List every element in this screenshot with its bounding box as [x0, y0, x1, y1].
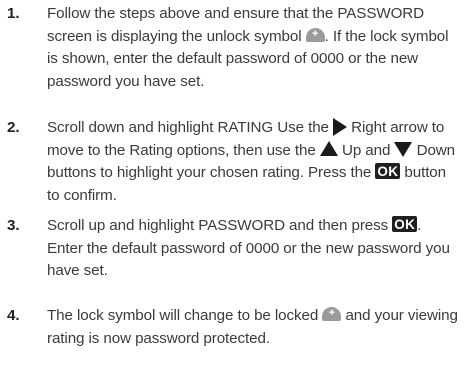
step-text-part: Up and: [341, 141, 391, 159]
step-1: 1. Follow the steps above and ensure tha…: [0, 3, 465, 93]
step-text: The lock symbol will change to be locked…: [47, 305, 459, 350]
step-3: 3. Scroll up and highlight PASSWORD and …: [0, 215, 465, 283]
step-4: 4. The lock symbol will change to be loc…: [0, 305, 465, 350]
step-text-part: The lock symbol will change to be locked: [47, 307, 319, 324]
instruction-list: 1. Follow the steps above and ensure tha…: [0, 0, 465, 373]
ok-button-icon: OK: [375, 163, 401, 180]
up-arrow-icon: [319, 141, 338, 157]
step-text-part: Scroll up and highlight PASSWORD and the…: [47, 217, 389, 234]
step-2: 2. Scroll down and highlight RATING Use …: [0, 117, 465, 207]
step-text-part: Scroll down and highlight RATING Use the: [47, 119, 329, 136]
lock-icon: [322, 306, 342, 321]
down-arrow-icon: [394, 142, 413, 158]
step-text: Scroll down and highlight RATING Use the…: [47, 117, 459, 207]
ok-button-icon: OK: [392, 216, 418, 232]
right-arrow-icon: [333, 117, 348, 136]
step-number: 4.: [7, 307, 20, 324]
step-number: 2.: [7, 119, 20, 136]
step-text: Scroll up and highlight PASSWORD and the…: [47, 215, 459, 283]
step-number: 3.: [7, 217, 20, 234]
step-text: Follow the steps above and ensure that t…: [47, 3, 459, 93]
step-number: 1.: [7, 5, 20, 22]
unlock-icon: [305, 27, 325, 42]
